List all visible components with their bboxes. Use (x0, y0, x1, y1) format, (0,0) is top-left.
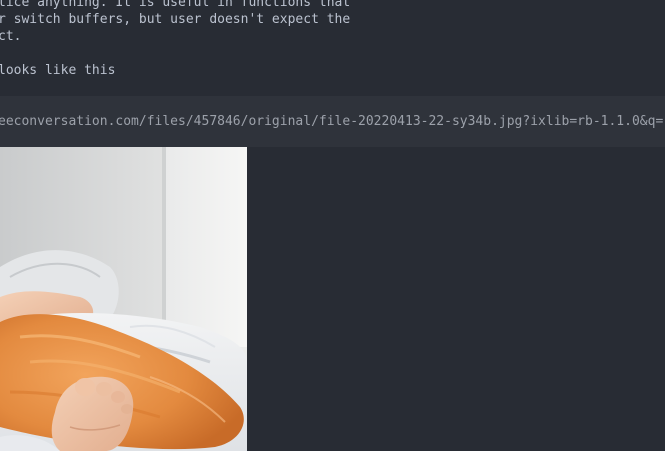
inline-image (0, 147, 247, 451)
cat-on-bed-photo (0, 147, 247, 451)
text-line: ct. (0, 29, 22, 44)
text-line: looks like this (0, 63, 116, 78)
editor-buffer[interactable]: tice anything. It is useful in functions… (0, 0, 665, 451)
image-url-link[interactable]: eeconversation.com/files/457846/original… (0, 113, 663, 130)
text-line: tice anything. It is useful in functions… (0, 0, 351, 10)
text-line: r switch buffers, but user doesn't expec… (0, 12, 351, 27)
